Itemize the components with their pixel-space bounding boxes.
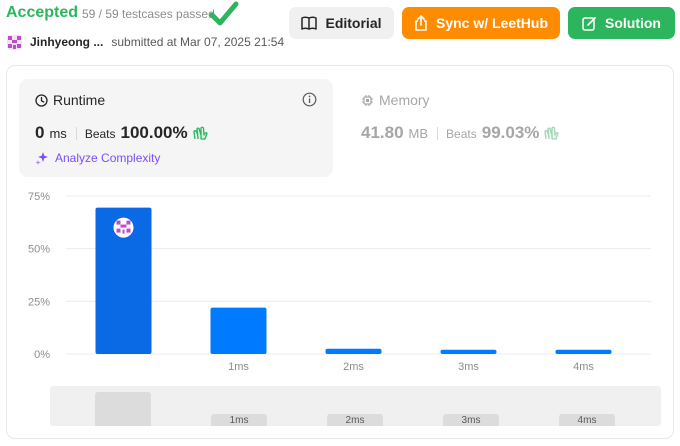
memory-title-text: Memory: [379, 92, 430, 108]
avatar[interactable]: [7, 34, 22, 50]
sparkle-icon: [35, 152, 48, 165]
editorial-label: Editorial: [325, 15, 382, 31]
runtime-panel[interactable]: Runtime 0 ms Beats 100.00% Analyze Compl…: [19, 79, 333, 177]
analyze-label: Analyze Complexity: [55, 151, 161, 165]
solution-label: Solution: [605, 15, 661, 31]
solution-button[interactable]: Solution: [568, 7, 675, 39]
clapping-hands-icon: [544, 126, 560, 140]
chart-scroller[interactable]: 1ms 2ms 3ms 4ms: [50, 386, 661, 426]
submission-status: Accepted: [6, 4, 79, 21]
memory-beats-value: 99.03%: [481, 123, 540, 142]
scroller-thumb[interactable]: [95, 392, 151, 426]
scroller-label: 1ms: [211, 414, 267, 426]
memory-panel[interactable]: Memory 41.80 MB Beats 99.03%: [345, 79, 659, 177]
memory-metric: 41.80 MB Beats 99.03%: [361, 123, 560, 143]
book-icon: [301, 16, 318, 30]
testcases-passed: 59 / 59 testcases passed: [82, 7, 215, 21]
username-link[interactable]: Jinhyeong ...: [30, 35, 103, 49]
runtime-beats-label: Beats: [84, 127, 116, 141]
memory-value: 41.80: [361, 123, 404, 142]
sync-leethub-label: Sync w/ LeetHub: [435, 15, 549, 31]
scroller-label: 3ms: [443, 414, 499, 426]
memory-unit: MB: [408, 126, 429, 141]
sync-leethub-button[interactable]: Sync w/ LeetHub: [402, 7, 560, 39]
clapping-hands-icon: [192, 126, 208, 140]
runtime-unit: ms: [49, 126, 67, 141]
divider: [437, 126, 439, 140]
info-icon[interactable]: [302, 92, 317, 107]
submission-meta: Jinhyeong ... submitted at Mar 07, 2025 …: [7, 33, 284, 51]
chip-icon: [362, 94, 373, 106]
runtime-metric: 0 ms Beats 100.00%: [35, 123, 209, 143]
scroller-label: 4ms: [559, 414, 615, 426]
scroller-label: 2ms: [327, 414, 383, 426]
bar-current: [95, 207, 152, 354]
editorial-button[interactable]: Editorial: [289, 7, 394, 39]
runtime-value: 0: [35, 123, 45, 142]
divider: [75, 126, 77, 140]
memory-beats-label: Beats: [446, 127, 477, 141]
runtime-beats-value: 100.00%: [120, 123, 188, 142]
edit-icon: [582, 16, 596, 31]
memory-title: Memory: [361, 92, 430, 108]
clock-icon: [35, 93, 48, 107]
share-upload-icon: [415, 15, 427, 31]
runtime-title-text: Runtime: [53, 92, 106, 108]
checkmark-icon: [209, 1, 239, 26]
analyze-complexity-link[interactable]: Analyze Complexity: [35, 151, 160, 165]
runtime-title: Runtime: [35, 92, 105, 108]
submitted-time: submitted at Mar 07, 2025 21:54: [111, 35, 285, 49]
